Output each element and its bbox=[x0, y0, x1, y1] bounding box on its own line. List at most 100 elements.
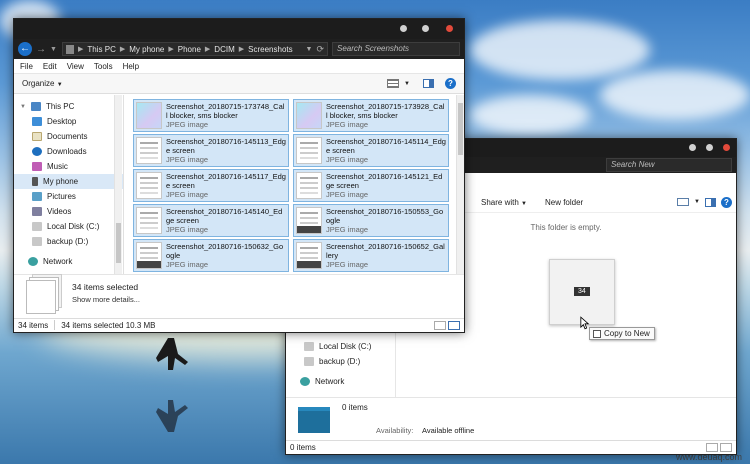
new-folder-button[interactable]: New folder bbox=[545, 198, 583, 207]
file-tile[interactable]: Screenshot_20180715-173928_Call blocker,… bbox=[293, 99, 449, 132]
breadcrumb-my-phone[interactable]: My phone bbox=[129, 45, 164, 54]
menu-edit[interactable]: Edit bbox=[43, 62, 57, 71]
drive-icon bbox=[304, 357, 314, 366]
title-bar[interactable] bbox=[14, 19, 464, 39]
maximize-button[interactable] bbox=[422, 25, 429, 32]
status-item-count: 34 items bbox=[18, 320, 49, 330]
details-view-icon[interactable] bbox=[706, 442, 718, 452]
help-icon[interactable]: ? bbox=[445, 78, 456, 89]
search-input[interactable]: Search New bbox=[606, 158, 732, 172]
file-tile[interactable]: Screenshot_20180716-145140_Edge screen JP… bbox=[133, 204, 289, 237]
view-options-icon[interactable] bbox=[387, 79, 400, 88]
nav-item-downloads[interactable]: Downloads bbox=[14, 144, 123, 159]
details-pane: 34 items selected Show more details... bbox=[14, 274, 464, 318]
image-thumbnail bbox=[136, 207, 162, 234]
status-bar: 34 items 34 items selected 10.3 MB bbox=[14, 318, 464, 331]
music-icon bbox=[32, 162, 42, 171]
file-text: Screenshot_20180716-150632_Google JPEG im… bbox=[166, 242, 286, 269]
image-thumbnail bbox=[296, 207, 322, 234]
share-with-button[interactable]: Share with ▼ bbox=[481, 198, 527, 207]
nav-item-backup[interactable]: backup (D:) bbox=[286, 354, 396, 369]
nav-item-my-phone[interactable]: My phone bbox=[14, 174, 123, 189]
tiles-view-icon[interactable] bbox=[448, 320, 460, 330]
file-tile[interactable]: Screenshot_20180716-150652_Gallery JPEG i… bbox=[293, 239, 449, 272]
minimize-button[interactable] bbox=[689, 144, 696, 151]
recent-locations-icon[interactable]: ▼ bbox=[50, 46, 58, 53]
file-tile[interactable]: Screenshot_20180716-150632_Google JPEG im… bbox=[133, 239, 289, 272]
file-name: Screenshot_20180716-145121_Edge screen bbox=[326, 172, 443, 190]
maximize-button[interactable] bbox=[706, 144, 713, 151]
stacked-files-icon bbox=[26, 280, 56, 314]
details-pane: 0 items Availability: Available offline bbox=[286, 397, 736, 440]
file-type: JPEG image bbox=[326, 120, 369, 129]
nav-item-pictures[interactable]: Pictures bbox=[14, 189, 123, 204]
file-text: Screenshot_20180716-145117_Edge screen JP… bbox=[166, 172, 286, 199]
chevron-down-icon[interactable]: ▼ bbox=[404, 81, 410, 87]
menu-file[interactable]: File bbox=[20, 62, 33, 71]
menu-view[interactable]: View bbox=[67, 62, 84, 71]
file-tile[interactable]: Screenshot_20180716-145117_Edge screen JP… bbox=[133, 169, 289, 202]
nav-item-local-disk[interactable]: Local Disk (C:) bbox=[286, 339, 396, 354]
chevron-down-icon[interactable]: ▼ bbox=[20, 104, 26, 110]
organize-button[interactable]: Organize ▼ bbox=[22, 79, 63, 88]
file-type: JPEG image bbox=[326, 190, 369, 199]
drag-count-badge: 34 bbox=[574, 287, 590, 296]
close-button[interactable] bbox=[723, 144, 730, 151]
search-input[interactable]: Search Screenshots bbox=[332, 42, 460, 56]
file-tile[interactable]: Screenshot_20180716-145114_Edge screen JP… bbox=[293, 134, 449, 167]
menu-help[interactable]: Help bbox=[123, 62, 139, 71]
file-tile[interactable]: Screenshot_20180716-150553_Google JPEG im… bbox=[293, 204, 449, 237]
forward-arrow-icon[interactable]: → bbox=[36, 44, 46, 55]
file-name: Screenshot_20180716-145114_Edge screen bbox=[326, 137, 446, 155]
nav-item-network[interactable]: Network bbox=[14, 254, 123, 269]
breadcrumb-phone[interactable]: Phone bbox=[178, 45, 201, 54]
file-text: Screenshot_20180715-173928_Call blocker,… bbox=[326, 102, 446, 129]
availability-label: Availability: bbox=[376, 426, 414, 435]
close-button[interactable] bbox=[446, 25, 453, 32]
address-bar[interactable]: ▶ This PC ▶ My phone ▶ Phone ▶ DCIM ▶ Sc… bbox=[62, 42, 328, 56]
preview-pane-icon[interactable] bbox=[705, 198, 716, 207]
minimize-button[interactable] bbox=[400, 25, 407, 32]
nav-item-music[interactable]: Music bbox=[14, 159, 123, 174]
explorer-window-screenshots[interactable]: ← → ▼ ▶ This PC ▶ My phone ▶ Phone ▶ DCI… bbox=[13, 18, 465, 333]
chevron-down-icon[interactable]: ▼ bbox=[306, 46, 313, 53]
chevron-down-icon[interactable]: ▼ bbox=[694, 199, 700, 205]
nav-scrollbar[interactable] bbox=[114, 95, 122, 274]
nav-item-videos[interactable]: Videos bbox=[14, 204, 123, 219]
file-grid-scrollbar[interactable] bbox=[456, 95, 464, 274]
nav-item-this-pc[interactable]: ▼ This PC bbox=[14, 99, 123, 114]
view-options-icon[interactable] bbox=[677, 198, 690, 206]
nav-item-backup[interactable]: backup (D:) bbox=[14, 234, 123, 249]
image-thumbnail bbox=[296, 242, 322, 269]
file-type: JPEG image bbox=[326, 260, 369, 269]
preview-pane-icon[interactable] bbox=[423, 79, 434, 88]
image-thumbnail bbox=[136, 242, 162, 269]
network-icon bbox=[28, 257, 38, 266]
file-grid[interactable]: Screenshot_20180715-173748_Call blocker,… bbox=[125, 95, 456, 274]
file-tile[interactable]: Screenshot_20180716-145113_Edge screen JP… bbox=[133, 134, 289, 167]
tiles-view-icon[interactable] bbox=[720, 442, 732, 452]
scroll-thumb[interactable] bbox=[116, 223, 121, 263]
menu-bar: File Edit View Tools Help bbox=[14, 59, 464, 74]
file-text: Screenshot_20180716-145140_Edge screen JP… bbox=[166, 207, 286, 234]
show-more-details-link[interactable]: Show more details... bbox=[72, 295, 140, 304]
breadcrumb-screenshots[interactable]: Screenshots bbox=[248, 45, 292, 54]
file-type: JPEG image bbox=[326, 225, 369, 234]
refresh-icon[interactable]: ⟳ bbox=[316, 44, 324, 55]
breadcrumb-this-pc[interactable]: This PC bbox=[87, 45, 115, 54]
nav-item-network[interactable]: Network bbox=[286, 374, 396, 389]
copy-icon bbox=[593, 330, 601, 338]
nav-item-local-disk[interactable]: Local Disk (C:) bbox=[14, 219, 123, 234]
navigation-pane: ▼ This PC Desktop Documents Downloads Mus… bbox=[14, 95, 124, 274]
file-tile[interactable]: Screenshot_20180716-145121_Edge screen JP… bbox=[293, 169, 449, 202]
menu-tools[interactable]: Tools bbox=[94, 62, 113, 71]
scroll-thumb[interactable] bbox=[458, 103, 463, 155]
breadcrumb-dcim[interactable]: DCIM bbox=[214, 45, 234, 54]
nav-item-desktop[interactable]: Desktop bbox=[14, 114, 123, 129]
nav-item-documents[interactable]: Documents bbox=[14, 129, 123, 144]
help-icon[interactable]: ? bbox=[721, 197, 732, 208]
file-text: Screenshot_20180716-145121_Edge screen JP… bbox=[326, 172, 446, 199]
back-arrow-icon[interactable]: ← bbox=[18, 42, 32, 56]
file-tile[interactable]: Screenshot_20180715-173748_Call blocker,… bbox=[133, 99, 289, 132]
details-view-icon[interactable] bbox=[434, 320, 446, 330]
